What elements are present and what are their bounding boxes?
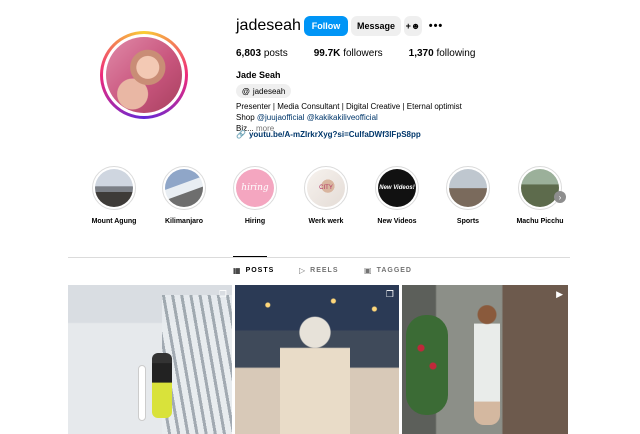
tab-reels[interactable]: ▷ REELS bbox=[299, 266, 339, 275]
post-image-person bbox=[474, 305, 500, 425]
highlight-cover bbox=[165, 169, 203, 207]
add-user-icon: +☻ bbox=[405, 21, 421, 31]
highlight-ring bbox=[518, 166, 562, 210]
tab-reels-label: REELS bbox=[310, 267, 339, 274]
highlight-cover-text: CITY bbox=[319, 185, 333, 191]
followers-label: followers bbox=[343, 48, 383, 59]
mention-link-2[interactable]: @kakikakiliveofficial bbox=[307, 113, 378, 122]
add-user-button[interactable]: +☻ bbox=[404, 16, 422, 36]
tab-posts-label: POSTS bbox=[245, 267, 275, 274]
highlight-label: Sports bbox=[456, 218, 480, 225]
username: jadeseah bbox=[236, 17, 301, 34]
avatar-photo bbox=[106, 37, 182, 113]
carousel-icon: ❐ bbox=[218, 289, 227, 299]
highlight-ring: CITY bbox=[304, 166, 348, 210]
threads-badge[interactable]: @ jadeseah bbox=[236, 84, 292, 98]
highlight-sports[interactable]: Sports bbox=[438, 166, 498, 225]
highlight-ring bbox=[162, 166, 206, 210]
bio-line1: Presenter | Media Consultant | Digital C… bbox=[236, 102, 462, 111]
followers-stat[interactable]: 99.7K followers bbox=[314, 48, 383, 59]
highlight-ring bbox=[92, 166, 136, 210]
post-image-person bbox=[152, 353, 172, 418]
reel-icon: ▶ bbox=[556, 289, 563, 299]
followers-count: 99.7K bbox=[313, 48, 341, 59]
threads-handle: jadeseah bbox=[252, 86, 286, 96]
post-image-snowboard bbox=[138, 365, 146, 421]
mention-link-1[interactable]: @juujaofficial bbox=[257, 113, 305, 122]
posts-stat: 6,803 posts bbox=[236, 48, 288, 59]
highlight-label: Hiring bbox=[244, 218, 266, 225]
tagged-icon: ▣ bbox=[364, 266, 373, 275]
highlight-cover: hiring bbox=[236, 169, 274, 207]
message-button[interactable]: Message bbox=[351, 16, 401, 36]
tabs-divider bbox=[68, 257, 570, 258]
highlight-cover bbox=[449, 169, 487, 207]
avatar-inner bbox=[103, 34, 185, 116]
more-options-button[interactable]: ••• bbox=[427, 16, 445, 36]
highlight-label: Mount Agung bbox=[91, 218, 137, 225]
profile-link-text: youtu.be/A-mZIrkrXyg?si=CulfaDWf3lFpS8pp bbox=[248, 130, 421, 139]
highlight-label: Werk werk bbox=[308, 218, 344, 225]
highlight-hiring[interactable]: hiring Hiring bbox=[225, 166, 285, 225]
following-label: following bbox=[436, 48, 476, 59]
highlight-ring: New Videos! bbox=[375, 166, 419, 210]
grid-icon: ▦ bbox=[233, 266, 242, 275]
post-thumbnail[interactable]: ▶ bbox=[402, 285, 568, 434]
reels-icon: ▷ bbox=[299, 266, 307, 275]
following-count: 1,370 bbox=[408, 48, 434, 59]
highlights-next-chevron-icon[interactable]: › bbox=[554, 191, 566, 203]
tab-posts[interactable]: ▦ POSTS bbox=[233, 266, 274, 275]
carousel-icon: ❐ bbox=[385, 289, 394, 299]
highlight-label: New Videos bbox=[377, 218, 417, 225]
bio-shop-prefix: Shop bbox=[236, 113, 257, 122]
highlight-kilimanjaro[interactable]: Kilimanjaro bbox=[154, 166, 214, 225]
bio-line2: Shop @juujaofficial @kakikakiliveofficia… bbox=[236, 112, 536, 123]
following-stat[interactable]: 1,370 following bbox=[409, 48, 476, 59]
highlight-cover-text: hiring bbox=[241, 183, 269, 193]
full-name: Jade Seah bbox=[236, 70, 281, 80]
follow-button[interactable]: Follow bbox=[304, 16, 348, 36]
highlight-label: Machu Picchu bbox=[516, 218, 564, 225]
highlight-cover-text: New Videos! bbox=[379, 185, 415, 191]
tab-tagged-label: TAGGED bbox=[376, 267, 412, 274]
post-thumbnail[interactable]: ❐ bbox=[235, 285, 399, 434]
link-icon: 🔗 bbox=[236, 130, 246, 139]
post-thumbnail[interactable]: ❐ bbox=[68, 285, 232, 434]
tab-tagged[interactable]: ▣ TAGGED bbox=[364, 266, 412, 275]
highlight-ring: hiring bbox=[233, 166, 277, 210]
posts-label: posts bbox=[263, 48, 288, 59]
highlight-ring bbox=[446, 166, 490, 210]
posts-count: 6,803 bbox=[236, 48, 262, 59]
highlight-new-videos[interactable]: New Videos! New Videos bbox=[367, 166, 427, 225]
post-image-trees bbox=[162, 295, 232, 434]
highlight-cover bbox=[95, 169, 133, 207]
post-image-flowers bbox=[412, 330, 442, 390]
post-image-person bbox=[280, 310, 350, 434]
highlight-cover bbox=[521, 169, 559, 207]
highlight-werk-werk[interactable]: CITY Werk werk bbox=[296, 166, 356, 225]
profile-avatar[interactable] bbox=[100, 31, 188, 119]
profile-stats: 6,803 posts 99.7K followers 1,370 follow… bbox=[236, 48, 501, 59]
highlight-cover: New Videos! bbox=[378, 169, 416, 207]
profile-link[interactable]: 🔗 youtu.be/A-mZIrkrXyg?si=CulfaDWf3lFpS8… bbox=[236, 130, 421, 139]
highlight-cover: CITY bbox=[307, 169, 345, 207]
highlight-mount-agung[interactable]: Mount Agung bbox=[84, 166, 144, 225]
threads-icon: @ bbox=[242, 86, 250, 96]
highlight-label: Kilimanjaro bbox=[164, 218, 204, 225]
active-tab-indicator bbox=[233, 256, 267, 257]
